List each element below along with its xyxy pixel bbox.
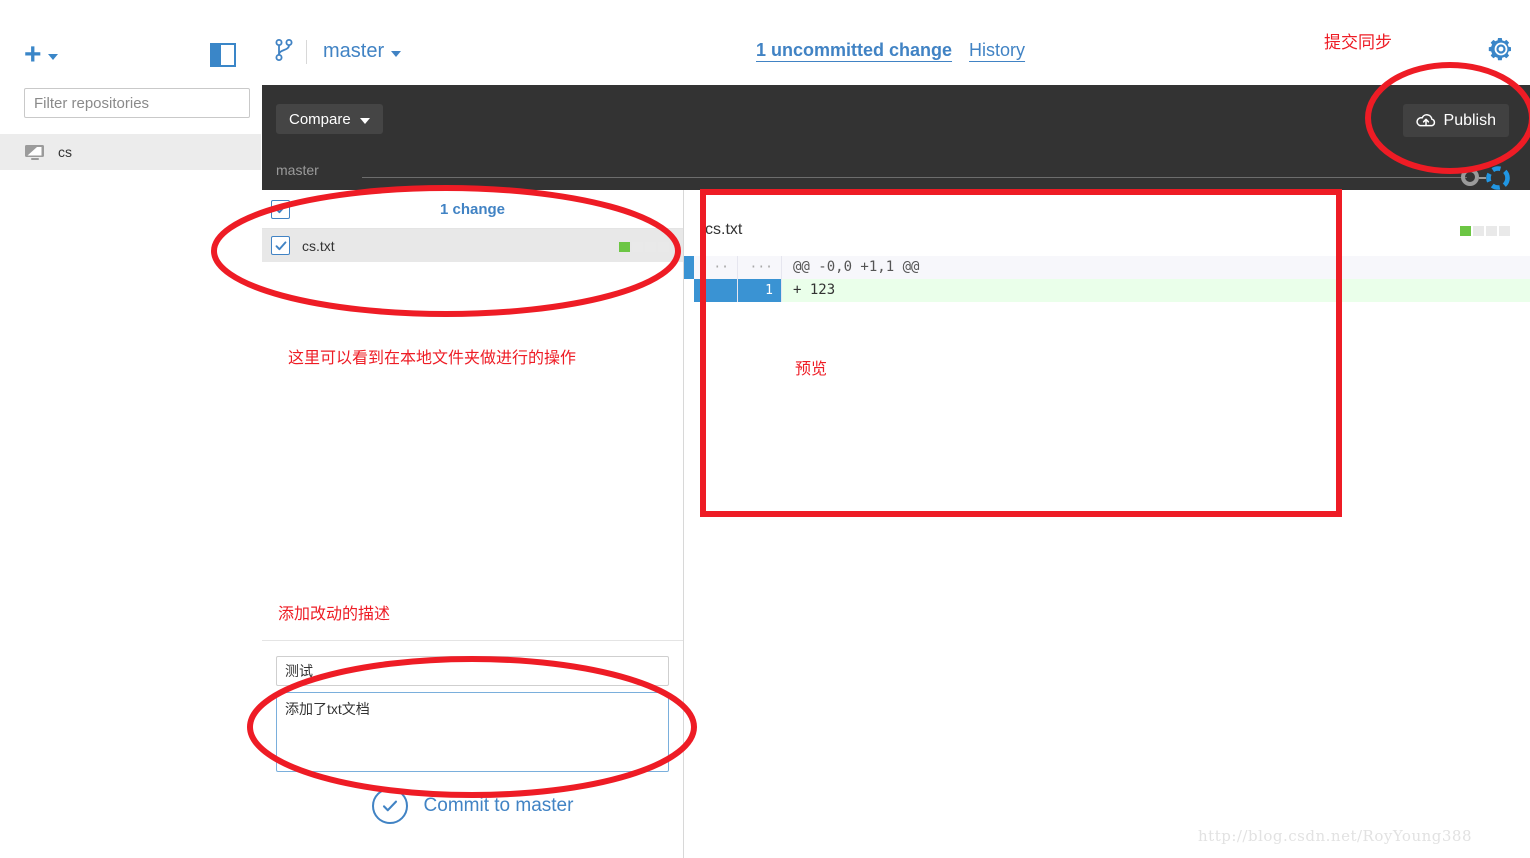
file-change-indicator bbox=[619, 242, 669, 252]
diff-content: ·· ··· @@ -0,0 +1,1 @@ 1 + 123 bbox=[694, 256, 1530, 302]
annotation-sync-text: 提交同步 bbox=[1324, 33, 1392, 52]
gear-icon bbox=[1488, 38, 1511, 61]
repository-list: cs bbox=[0, 134, 261, 170]
tab-uncommitted-changes[interactable]: 1 uncommitted change bbox=[756, 40, 952, 61]
branch-selector[interactable]: master bbox=[274, 38, 402, 65]
annotation-preview-text: 预览 bbox=[795, 361, 828, 378]
commit-description-input[interactable] bbox=[276, 692, 669, 772]
diff-selection-bar bbox=[684, 256, 694, 279]
select-all-checkbox[interactable] bbox=[271, 199, 290, 219]
add-repository-button[interactable]: + bbox=[24, 40, 58, 70]
annotation-commit-description: 添加改动的描述 bbox=[278, 606, 391, 623]
repository-sidebar: + cs bbox=[0, 0, 263, 858]
diff-hunk-line: ·· ··· @@ -0,0 +1,1 @@ bbox=[694, 256, 1530, 279]
graph-node-committed[interactable] bbox=[1461, 168, 1479, 186]
graph-branch-label: master bbox=[276, 162, 319, 178]
file-name-label: cs.txt bbox=[302, 237, 335, 254]
check-circle-icon bbox=[371, 788, 408, 824]
watermark-text: http://blog.csdn.net/RoyYoung388 bbox=[1198, 827, 1473, 845]
chevron-down-icon bbox=[47, 54, 58, 60]
plus-icon: + bbox=[24, 38, 42, 71]
publish-button-label: Publish bbox=[1443, 111, 1496, 129]
commit-form: Commit to master bbox=[262, 640, 683, 858]
diff-line-text: + 123 bbox=[782, 279, 1530, 302]
commit-graph-row: master bbox=[262, 157, 1530, 190]
sidebar-item-cs[interactable]: cs bbox=[0, 134, 261, 170]
local-repo-icon bbox=[24, 144, 46, 161]
toggle-sidebar-button[interactable] bbox=[210, 43, 236, 67]
commit-to-master-button[interactable]: Commit to master bbox=[276, 788, 669, 824]
diff-added-line[interactable]: 1 + 123 bbox=[694, 279, 1530, 302]
header-tabs: 1 uncommitted change History bbox=[756, 40, 1025, 61]
commit-summary-input[interactable] bbox=[276, 656, 669, 686]
sidebar-item-label: cs bbox=[58, 144, 72, 160]
repository-header: master 1 uncommitted change History 提交同步 bbox=[262, 0, 1530, 85]
changes-header: 1 change bbox=[262, 190, 683, 229]
graph-node-uncommitted[interactable] bbox=[1485, 165, 1511, 191]
chevron-down-icon bbox=[359, 117, 370, 124]
tab-history[interactable]: History bbox=[969, 40, 1025, 61]
diff-line-text: @@ -0,0 +1,1 @@ bbox=[782, 256, 1530, 279]
branch-name-label: master bbox=[323, 40, 385, 62]
settings-button[interactable] bbox=[1488, 36, 1514, 62]
changes-panel: 1 change cs.txt 这里可以看到在本地文件夹做进行的操作 添加改动的… bbox=[262, 190, 684, 858]
diff-new-line-number: ··· bbox=[738, 256, 782, 279]
diff-panel: cs.txt ·· ··· @@ -0,0 +1,1 @@ 1 + 123 bbox=[684, 190, 1530, 858]
commit-button-label: Commit to master bbox=[423, 795, 574, 816]
file-checkbox[interactable] bbox=[271, 236, 290, 255]
compare-button[interactable]: Compare bbox=[276, 104, 383, 134]
changed-file-row[interactable]: cs.txt bbox=[262, 229, 683, 262]
diff-new-line-number: 1 bbox=[738, 279, 782, 302]
diff-old-line-number bbox=[694, 279, 738, 302]
publish-button[interactable]: Publish bbox=[1402, 104, 1509, 137]
diff-old-line-number: ·· bbox=[694, 256, 738, 279]
diff-file-name: cs.txt bbox=[705, 221, 743, 238]
header-divider bbox=[306, 39, 307, 64]
cloud-upload-icon bbox=[1415, 113, 1436, 129]
filter-repositories-input[interactable] bbox=[24, 88, 250, 118]
branch-icon bbox=[274, 38, 294, 65]
changes-count-label: 1 change bbox=[439, 200, 506, 218]
diff-change-indicator bbox=[1460, 226, 1510, 236]
compare-toolbar: Compare Publish master bbox=[262, 85, 1530, 190]
compare-button-label: Compare bbox=[289, 110, 351, 128]
graph-line bbox=[362, 177, 1467, 178]
chevron-down-icon bbox=[391, 51, 402, 57]
annotation-local-changes: 这里可以看到在本地文件夹做进行的操作 bbox=[288, 350, 577, 367]
